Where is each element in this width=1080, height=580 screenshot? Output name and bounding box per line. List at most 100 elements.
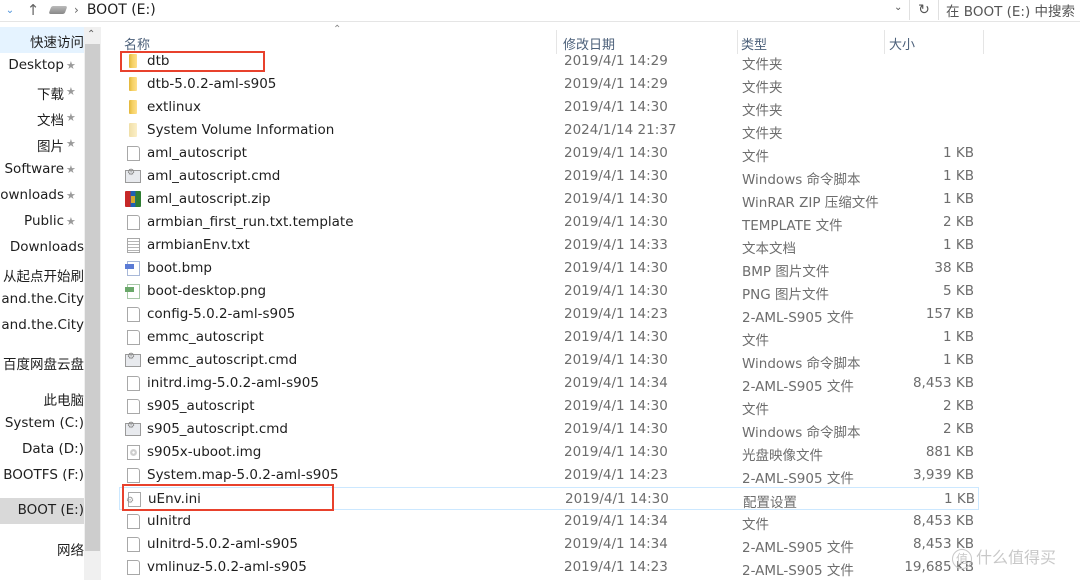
script-icon xyxy=(125,168,141,183)
file-name: aml_autoscript xyxy=(147,145,247,161)
recent-locations-chevron-down-icon[interactable]: ⌄ xyxy=(2,0,18,20)
sidebar-item[interactable]: BOOT (E:) xyxy=(0,498,84,524)
folder-icon xyxy=(129,54,137,68)
address-bar[interactable]: › BOOT (E:) xyxy=(46,0,910,20)
search-input[interactable]: 在 BOOT (E:) 中搜索 xyxy=(938,0,1080,20)
file-name: emmc_autoscript xyxy=(147,329,264,345)
sidebar-item[interactable]: 网络 xyxy=(0,535,84,561)
file-row[interactable]: aml_autoscript.cmd 2019/4/1 14:30 Windows … xyxy=(119,165,979,188)
file-size: 1 KB xyxy=(943,237,974,253)
file-row[interactable]: dtb 2019/4/1 14:29 文件夹 xyxy=(119,50,979,73)
file-name: vmlinuz-5.0.2-aml-s905 xyxy=(147,559,307,575)
sidebar-item[interactable]: 百度网盘云盘 xyxy=(0,349,84,375)
sidebar-item[interactable]: BOOTFS (F:) xyxy=(0,463,84,489)
sidebar-item[interactable]: 文档 ★ xyxy=(0,105,84,131)
file-date: 2019/4/1 14:30 xyxy=(564,329,668,345)
file-row[interactable]: s905_autoscript.cmd 2019/4/1 14:30 Windows… xyxy=(119,418,979,441)
file-type: 文件 xyxy=(742,333,769,349)
file-row[interactable]: armbianEnv.txt 2019/4/1 14:33 文本文档 1 KB xyxy=(119,234,979,257)
sidebar-item[interactable]: Sex.and.the.City xyxy=(0,287,84,313)
sidebar-item[interactable]: Software ★ xyxy=(0,157,84,183)
sidebar-item[interactable]: 下载 ★ xyxy=(0,79,84,105)
file-row[interactable]: System.map-5.0.2-aml-s905 2019/4/1 14:23 2… xyxy=(119,464,979,487)
file-date: 2019/4/1 14:30 xyxy=(564,191,668,207)
file-row[interactable]: dtb-5.0.2-aml-s905 2019/4/1 14:29 文件夹 xyxy=(119,73,979,96)
file-icon xyxy=(127,537,140,552)
file-name: aml_autoscript.zip xyxy=(147,191,271,207)
refresh-icon[interactable]: ↻ xyxy=(915,0,933,20)
file-row[interactable]: s905_autoscript 2019/4/1 14:30 文件 2 KB xyxy=(119,395,979,418)
file-name: dtb xyxy=(147,53,170,69)
sidebar-item[interactable]: Data (D:) xyxy=(0,437,84,463)
file-size: 1 KB xyxy=(943,329,974,345)
sidebar-item[interactable]: System (C:) xyxy=(0,411,84,437)
scroll-up-chevron-icon[interactable]: ⌃ xyxy=(87,29,95,40)
sidebar-item[interactable]: Downloads xyxy=(0,235,84,261)
file-row[interactable]: aml_autoscript.zip 2019/4/1 14:30 WinRAR Z… xyxy=(119,188,979,211)
sidebar-item-label: 下载 xyxy=(37,87,64,103)
sidebar-item-label: 图片 xyxy=(37,139,64,155)
file-name: System Volume Information xyxy=(147,122,335,138)
chevron-right-icon[interactable]: › xyxy=(74,3,79,17)
file-date: 2019/4/1 14:30 xyxy=(564,99,668,115)
file-date: 2019/4/1 14:30 xyxy=(564,145,668,161)
arrow-up-icon[interactable]: ↑ xyxy=(24,0,42,20)
pin-icon[interactable]: ★ xyxy=(66,85,76,98)
file-date: 2019/4/1 14:30 xyxy=(564,260,668,276)
file-row[interactable]: extlinux 2019/4/1 14:30 文件夹 xyxy=(119,96,979,119)
file-row[interactable]: emmc_autoscript.cmd 2019/4/1 14:30 Windows… xyxy=(119,349,979,372)
file-type: Windows 命令脚本 xyxy=(742,425,861,441)
sidebar-item[interactable]: Sex.and.the.City xyxy=(0,313,84,339)
file-row[interactable]: uInitrd-5.0.2-aml-s905 2019/4/1 14:34 2-AM… xyxy=(119,533,979,556)
file-size: 157 KB xyxy=(925,306,974,322)
file-type: 光盘映像文件 xyxy=(742,448,823,464)
file-type: 文件 xyxy=(742,149,769,165)
pin-icon[interactable]: ★ xyxy=(66,111,76,124)
sidebar-item[interactable]: 图片 ★ xyxy=(0,131,84,157)
file-row[interactable]: boot-desktop.png 2019/4/1 14:30 PNG 图片文件 5 … xyxy=(119,280,979,303)
file-row[interactable]: armbian_first_run.txt.template 2019/4/1 1… xyxy=(119,211,979,234)
file-row[interactable]: s905x-uboot.img 2019/4/1 14:30 光盘映像文件 881 K… xyxy=(119,441,979,464)
file-size: 5 KB xyxy=(943,283,974,299)
sidebar-item[interactable]: 快速访问 xyxy=(0,27,84,53)
pin-icon[interactable]: ★ xyxy=(66,137,76,150)
address-history-chevron-down-icon[interactable]: ⌄ xyxy=(894,2,902,13)
pin-icon[interactable]: ★ xyxy=(66,163,76,176)
script-icon xyxy=(125,352,141,367)
file-name: extlinux xyxy=(147,99,201,115)
file-date: 2024/1/14 21:37 xyxy=(564,122,677,138)
file-date: 2019/4/1 14:34 xyxy=(564,513,668,529)
sidebar-item-label: Sex.and.the.City xyxy=(0,291,84,307)
file-type: PNG 图片文件 xyxy=(742,287,829,303)
pin-icon[interactable]: ★ xyxy=(66,59,76,72)
disc-image-icon xyxy=(127,445,140,460)
file-date: 2019/4/1 14:23 xyxy=(564,467,668,483)
pin-icon[interactable]: ★ xyxy=(66,215,76,228)
file-row[interactable]: boot.bmp 2019/4/1 14:30 BMP 图片文件 38 KB xyxy=(119,257,979,280)
sidebar-item[interactable]: Public ★ xyxy=(0,209,84,235)
folder-icon xyxy=(129,123,137,137)
file-row[interactable]: config-5.0.2-aml-s905 2019/4/1 14:23 2-AML… xyxy=(119,303,979,326)
file-icon xyxy=(127,376,140,391)
sidebar-scrollbar[interactable]: ⌃ xyxy=(84,27,101,580)
png-image-icon xyxy=(125,284,140,299)
pin-icon[interactable]: ★ xyxy=(66,189,76,202)
file-row[interactable]: uInitrd 2019/4/1 14:34 文件 8,453 KB xyxy=(119,510,979,533)
file-row[interactable]: vmlinuz-5.0.2-aml-s905 2019/4/1 14:23 2-AM… xyxy=(119,556,979,579)
file-row[interactable]: initrd.img-5.0.2-aml-s905 2019/4/1 14:34 2… xyxy=(119,372,979,395)
file-row[interactable]: emmc_autoscript 2019/4/1 14:30 文件 1 KB xyxy=(119,326,979,349)
sidebar-item[interactable]: Downloads★ xyxy=(0,183,84,209)
file-name: s905x-uboot.img xyxy=(147,444,262,460)
folder-icon xyxy=(129,100,137,114)
scrollbar-thumb[interactable] xyxy=(85,44,100,551)
file-row[interactable]: System Volume Information 2024/1/14 21:37… xyxy=(119,119,979,142)
file-row[interactable]: aml_autoscript 2019/4/1 14:30 文件 1 KB xyxy=(119,142,979,165)
file-date: 2019/4/1 14:30 xyxy=(564,444,668,460)
file-date: 2019/4/1 14:29 xyxy=(564,76,668,92)
sidebar-item[interactable]: Desktop ★ xyxy=(0,53,84,79)
breadcrumb-current[interactable]: BOOT (E:) xyxy=(87,2,156,18)
file-row[interactable]: uEnv.ini 2019/4/1 14:30 配置设置 1 KB xyxy=(119,487,979,511)
sidebar-item[interactable]: 从起点开始刷 xyxy=(0,261,84,287)
sidebar-item-label: 百度网盘云盘 xyxy=(3,357,84,373)
sidebar-item[interactable]: 此电脑 xyxy=(0,385,85,411)
